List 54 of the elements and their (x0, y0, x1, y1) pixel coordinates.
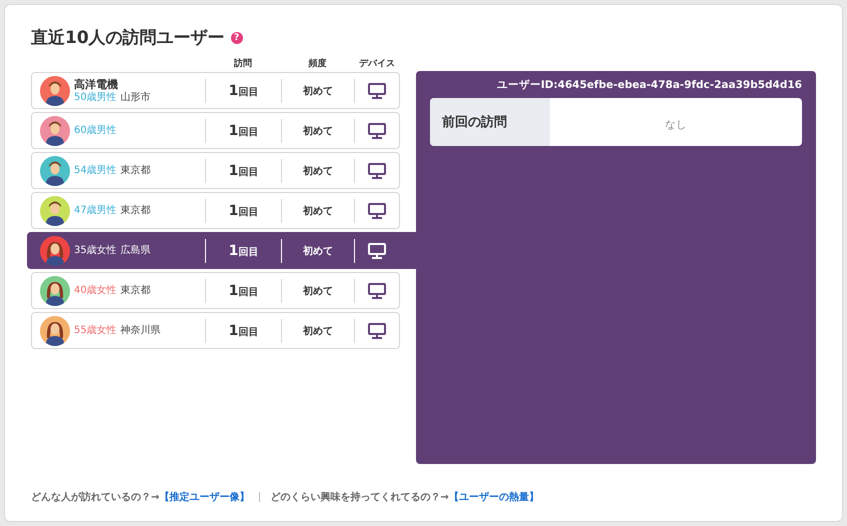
demographic-text: 40歳女性 (74, 284, 117, 297)
help-icon[interactable]: ? (230, 32, 243, 44)
visit-count: 1回目 (228, 282, 258, 298)
demographic-text: 50歳男性 (74, 90, 117, 104)
monitor-icon (368, 82, 386, 98)
monitor-icon (368, 122, 386, 138)
visit-count: 1回目 (228, 242, 258, 258)
column-header: 頻度 (308, 57, 328, 70)
footer-text: どんな人が訪れているの？→ (31, 490, 160, 504)
location-text: 山形市 (120, 90, 151, 104)
footer-text: どのくらい興味を持ってくれてるの？→ (270, 490, 449, 504)
location-text: 神奈川県 (120, 324, 161, 337)
monitor-icon (368, 242, 386, 258)
location-text: 東京都 (120, 284, 151, 297)
location-text: 広島県 (120, 244, 151, 257)
frequency-text: 初めて (303, 164, 333, 178)
frequency-text: 初めて (303, 324, 333, 338)
monitor-icon (368, 282, 386, 298)
frequency-text: 初めて (303, 284, 333, 298)
table-header-cell: 前回の訪問 (430, 98, 550, 146)
user-id: ユーザーID:4645efbe-ebea-478a-9fdc-2aa39b5d4d16 (496, 78, 802, 93)
column-header: デバイス (358, 58, 396, 70)
frequency-text: 初めて (303, 244, 333, 258)
demographic-text: 47歳男性 (74, 204, 117, 217)
company-name: 高洋電機 (74, 78, 119, 90)
frequency-text: 初めて (303, 204, 333, 218)
column-header: 訪問 (233, 57, 253, 70)
location-text: 東京都 (120, 164, 151, 177)
visit-count: 1回目 (228, 322, 258, 338)
monitor-icon (368, 202, 386, 218)
frequency-text: 初めて (303, 124, 333, 138)
visitor-row[interactable]: 高洋電機 50歳男性 山形市 1回目 初めて (31, 72, 400, 109)
visitor-row[interactable]: 54歳男性 東京都 1回目 初めて (31, 152, 400, 189)
demographic-text: 54歳男性 (74, 164, 117, 177)
visitor-row[interactable]: 60歳男性 1回目 初めて (31, 112, 400, 149)
demographic-text: 60歳男性 (74, 124, 117, 137)
visitor-row[interactable]: 47歳男性 東京都 1回目 初めて (31, 192, 400, 229)
footer-link[interactable]: 【推定ユーザー像】 (159, 490, 250, 504)
monitor-icon (368, 322, 386, 338)
demographic-text: 55歳女性 (74, 324, 117, 337)
frequency-text: 初めて (303, 84, 333, 98)
table-cell-text: なし (664, 118, 688, 133)
location-text: 東京都 (120, 204, 151, 217)
visitor-row[interactable]: 55歳女性 神奈川県 1回目 初めて (31, 312, 400, 349)
footer-link[interactable]: 【ユーザーの熱量】 (448, 490, 539, 504)
visitor-row[interactable]: 35歳女性 広島県 1回目 初めて (27, 232, 416, 269)
demographic-text: 35歳女性 (74, 244, 117, 257)
monitor-icon (368, 162, 386, 178)
visit-count: 1回目 (228, 162, 258, 178)
section-title: 直近10人の訪問ユーザー (31, 27, 225, 50)
visit-count: 1回目 (228, 202, 258, 218)
visit-count: 1回目 (228, 122, 258, 138)
visitor-row[interactable]: 40歳女性 東京都 1回目 初めて (31, 272, 400, 309)
visit-count: 1回目 (228, 82, 258, 98)
